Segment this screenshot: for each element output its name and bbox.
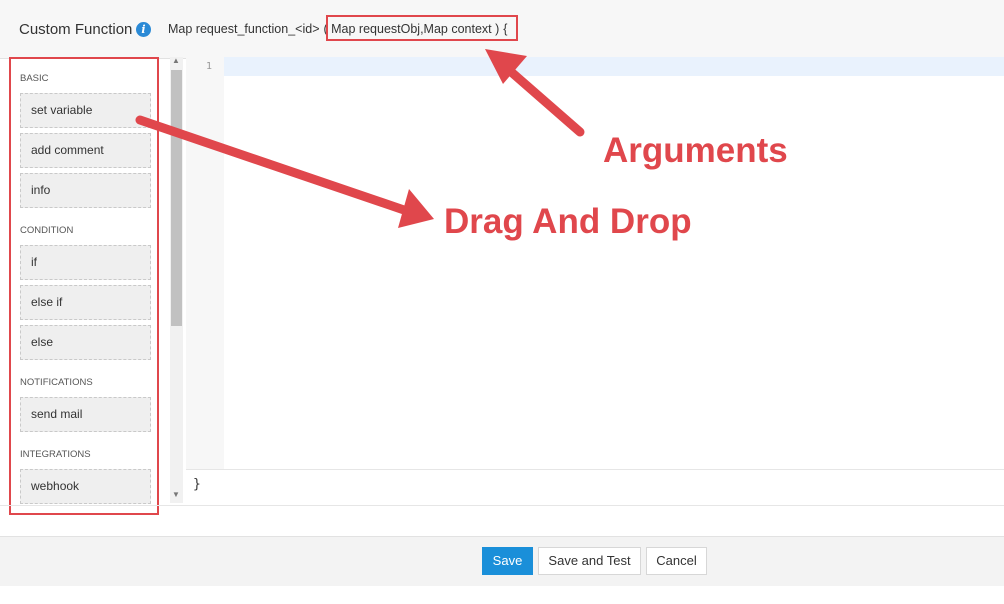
arguments-annotation: Arguments bbox=[603, 131, 788, 170]
drag-drop-annotation: Drag And Drop bbox=[444, 202, 692, 241]
drag-drop-arrow-shaft bbox=[135, 115, 409, 215]
arguments-arrow-shaft bbox=[504, 65, 585, 137]
annotation-arrows bbox=[135, 49, 585, 228]
